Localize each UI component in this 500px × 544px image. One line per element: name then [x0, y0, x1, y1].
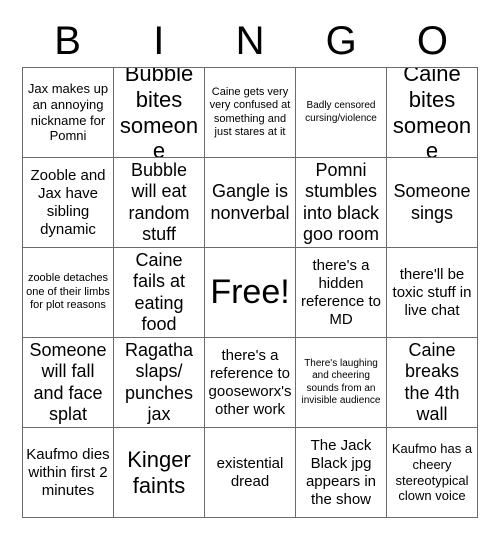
bingo-cell-label: Caine bites someone	[392, 68, 472, 158]
bingo-cell-r2-c2[interactable]: Bubble will eat random stuff	[114, 158, 205, 248]
bingo-cell-label: existential dread	[216, 454, 284, 490]
bingo-cell-label: there's a hidden reference to MD	[300, 256, 382, 328]
bingo-cell-r1-c2[interactable]: Bubble bites someone	[114, 68, 205, 158]
bingo-cell-r4-c4[interactable]: There's laughing and cheering sounds fro…	[296, 338, 387, 428]
bingo-cell-r5-c5[interactable]: Kaufmo has a cheery stereotypical clown …	[387, 428, 478, 518]
bingo-cell-r4-c1[interactable]: Someone will fall and face splat	[23, 338, 114, 428]
bingo-cell-label: Kaufmo dies within first 2 minutes	[26, 445, 110, 499]
header-letter-n: N	[235, 19, 265, 63]
bingo-cell-r1-c4[interactable]: Badly censored cursing/violence	[296, 68, 387, 158]
bingo-cell-label: Kinger faints	[127, 446, 191, 498]
bingo-cell-r1-c1[interactable]: Jax makes up an annoying nickname for Po…	[23, 68, 114, 158]
bingo-cell-label: Caine breaks the 4th wall	[404, 340, 460, 424]
bingo-cell-label: There's laughing and cheering sounds fro…	[301, 357, 381, 407]
bingo-cell-r5-c1[interactable]: Kaufmo dies within first 2 minutes	[23, 428, 114, 518]
bingo-cell-r5-c3[interactable]: existential dread	[205, 428, 296, 518]
bingo-cell-r3-c2[interactable]: Caine fails at eating food	[114, 248, 205, 338]
bingo-cell-r3-c1[interactable]: zooble detaches one of their limbs for p…	[23, 248, 114, 338]
bingo-cell-label: Zooble and Jax have sibling dynamic	[30, 166, 106, 238]
bingo-cell-r3-c5[interactable]: there'll be toxic stuff in live chat	[387, 248, 478, 338]
bingo-cell-label: Bubble will eat random stuff	[128, 160, 190, 244]
bingo-cell-label: Free!	[210, 273, 290, 312]
bingo-grid: Jax makes up an annoying nickname for Po…	[22, 67, 478, 518]
bingo-cell-label: Gangle is nonverbal	[210, 181, 290, 223]
header-letter-o: O	[416, 19, 448, 63]
bingo-cell-label: Jax makes up an annoying nickname for Po…	[27, 81, 109, 144]
bingo-cell-label: Caine fails at eating food	[132, 250, 186, 334]
bingo-cell-label: Pomni stumbles into black goo room	[302, 160, 380, 244]
bingo-cell-r1-c3[interactable]: Caine gets very very confused at somethi…	[205, 68, 296, 158]
bingo-cell-free-space[interactable]: Free!	[205, 248, 296, 338]
bingo-cell-r3-c4[interactable]: there's a hidden reference to MD	[296, 248, 387, 338]
bingo-cell-label: The Jack Black jpg appears in the show	[305, 436, 377, 508]
bingo-header: B I N G O	[22, 16, 478, 66]
header-letter-b: B	[54, 19, 81, 63]
bingo-cell-label: Kaufmo has a cheery stereotypical clown …	[391, 441, 473, 504]
bingo-cell-r1-c5[interactable]: Caine bites someone	[387, 68, 478, 158]
bingo-cell-r4-c5[interactable]: Caine breaks the 4th wall	[387, 338, 478, 428]
bingo-cell-label: Badly censored cursing/violence	[305, 100, 377, 124]
bingo-cell-r2-c4[interactable]: Pomni stumbles into black goo room	[296, 158, 387, 248]
bingo-cell-r4-c2[interactable]: Ragatha slaps/ punches jax	[114, 338, 205, 428]
header-letter-g: G	[325, 19, 357, 63]
bingo-cell-r2-c1[interactable]: Zooble and Jax have sibling dynamic	[23, 158, 114, 248]
bingo-cell-label: Caine gets very very confused at somethi…	[209, 85, 291, 138]
bingo-cell-r2-c5[interactable]: Someone sings	[387, 158, 478, 248]
bingo-cell-label: there'll be toxic stuff in live chat	[392, 265, 472, 319]
bingo-cell-r5-c4[interactable]: The Jack Black jpg appears in the show	[296, 428, 387, 518]
bingo-cell-label: zooble detaches one of their limbs for p…	[26, 272, 110, 312]
bingo-cell-label: Bubble bites someone	[119, 68, 199, 158]
bingo-cell-r5-c2[interactable]: Kinger faints	[114, 428, 205, 518]
bingo-cell-label: Someone sings	[393, 181, 471, 223]
bingo-cell-r4-c3[interactable]: there's a reference to gooseworx's other…	[205, 338, 296, 428]
bingo-card: B I N G O Jax makes up an annoying nickn…	[0, 0, 500, 544]
bingo-cell-label: Someone will fall and face splat	[29, 340, 107, 424]
header-letter-i: I	[153, 19, 165, 63]
bingo-cell-r2-c3[interactable]: Gangle is nonverbal	[205, 158, 296, 248]
bingo-cell-label: Ragatha slaps/ punches jax	[124, 340, 194, 424]
bingo-cell-label: there's a reference to gooseworx's other…	[208, 346, 292, 418]
